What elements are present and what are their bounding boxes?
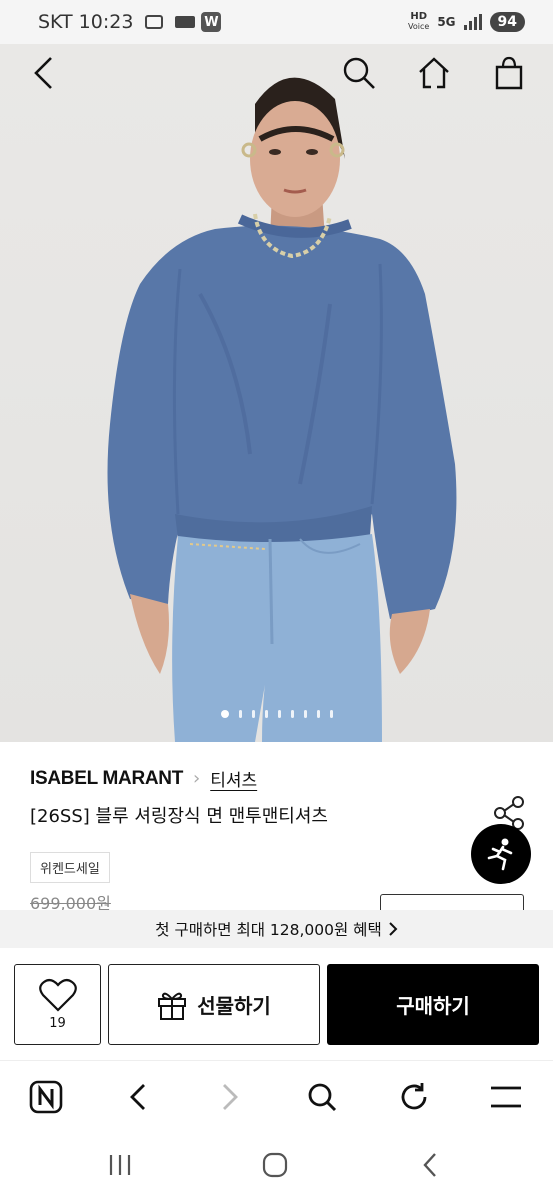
buy-label: 구매하기: [396, 994, 470, 1018]
purchase-action-bar: 19 선물하기 구매하기: [0, 948, 553, 1060]
buy-button[interactable]: 구매하기: [327, 964, 539, 1045]
chevron-right-icon: ›: [193, 768, 201, 789]
signal-icon: [463, 14, 482, 30]
chevron-right-icon: [388, 922, 398, 936]
search-icon: [343, 57, 375, 89]
app-badge-icon: W: [201, 12, 222, 32]
product-photo: [107, 77, 457, 742]
search-button[interactable]: [336, 50, 382, 96]
gift-button[interactable]: 선물하기: [108, 964, 320, 1045]
like-button[interactable]: 19: [14, 964, 101, 1045]
browser-menu-button[interactable]: [486, 1077, 526, 1117]
search-icon: [308, 1083, 337, 1112]
top-nav: [0, 44, 553, 104]
home-circle-icon: [262, 1152, 288, 1178]
screenshot-icon: [145, 15, 164, 29]
system-navigation-bar: [0, 1132, 553, 1200]
system-back-button[interactable]: [410, 1150, 450, 1180]
product-info: ISABEL MARANT › 티셔츠 [26SS] 블루 셔링장식 면 맨투맨…: [0, 742, 553, 914]
first-purchase-benefit-banner[interactable]: 첫 구매하면 최대 128,000원 혜택: [0, 910, 553, 948]
category-link[interactable]: 티셔츠: [210, 766, 257, 791]
browser-forward-button[interactable]: [210, 1077, 250, 1117]
sale-tag: 위켄드세일: [30, 852, 110, 883]
chevron-left-icon: [34, 57, 52, 89]
product-image-gallery[interactable]: [0, 44, 553, 742]
breadcrumb: ISABEL MARANT › 티셔츠: [30, 766, 257, 792]
gallery-dot[interactable]: [251, 710, 255, 718]
chevron-left-icon: [130, 1084, 145, 1110]
battery-indicator: 94: [489, 12, 525, 32]
gallery-pagination: [0, 710, 553, 718]
network-label: 5G: [437, 15, 456, 29]
naver-n-icon: [29, 1080, 63, 1114]
gift-label: 선물하기: [197, 994, 271, 1018]
gallery-dot[interactable]: [329, 710, 333, 718]
clock: 10:23: [78, 11, 134, 33]
gallery-dot[interactable]: [264, 710, 268, 718]
back-button[interactable]: [20, 50, 66, 96]
home-icon: [419, 57, 449, 89]
browser-search-button[interactable]: [302, 1077, 342, 1117]
benefit-text: 첫 구매하면 최대 128,000원 혜택: [155, 921, 382, 939]
gallery-dot[interactable]: [220, 710, 229, 718]
shopping-bag-icon: [495, 56, 523, 90]
browser-back-button[interactable]: [118, 1077, 158, 1117]
gallery-dot[interactable]: [316, 710, 320, 718]
cart-button[interactable]: [486, 50, 532, 96]
gallery-dot[interactable]: [290, 710, 294, 718]
like-count: 19: [49, 1016, 66, 1031]
status-left: SKT 10:23 W: [38, 11, 222, 33]
product-title: [26SS] 블루 셔링장식 면 맨투맨티셔츠: [30, 806, 328, 827]
status-right: HD Voice 5G 94: [408, 12, 525, 32]
runner-floating-button[interactable]: [471, 824, 531, 884]
chevron-right-icon: [223, 1084, 238, 1110]
chevron-left-icon: [423, 1153, 436, 1177]
heart-icon: [38, 978, 77, 1012]
hd-voice-icon: HD Voice: [408, 12, 429, 32]
refresh-icon: [401, 1083, 427, 1110]
running-person-icon: [487, 838, 513, 871]
system-home-button[interactable]: [255, 1150, 295, 1180]
notification-icon: [175, 16, 196, 28]
gift-icon: [158, 992, 187, 1020]
recent-apps-icon: [109, 1155, 131, 1175]
browser-refresh-button[interactable]: [394, 1077, 434, 1117]
hd-voice-top: HD: [410, 11, 427, 22]
hd-voice-bottom: Voice: [408, 22, 430, 31]
gallery-dot[interactable]: [277, 710, 281, 718]
recent-apps-button[interactable]: [100, 1150, 140, 1180]
gallery-dot[interactable]: [238, 710, 242, 718]
brand-link[interactable]: ISABEL MARANT: [30, 768, 183, 790]
browser-toolbar: [0, 1060, 553, 1132]
naver-home-button[interactable]: [26, 1077, 66, 1117]
hamburger-menu-icon: [491, 1086, 521, 1108]
status-bar: SKT 10:23 W HD Voice 5G 94: [0, 0, 553, 44]
gallery-dot[interactable]: [303, 710, 307, 718]
home-button[interactable]: [411, 50, 457, 96]
carrier-label: SKT: [38, 11, 73, 33]
